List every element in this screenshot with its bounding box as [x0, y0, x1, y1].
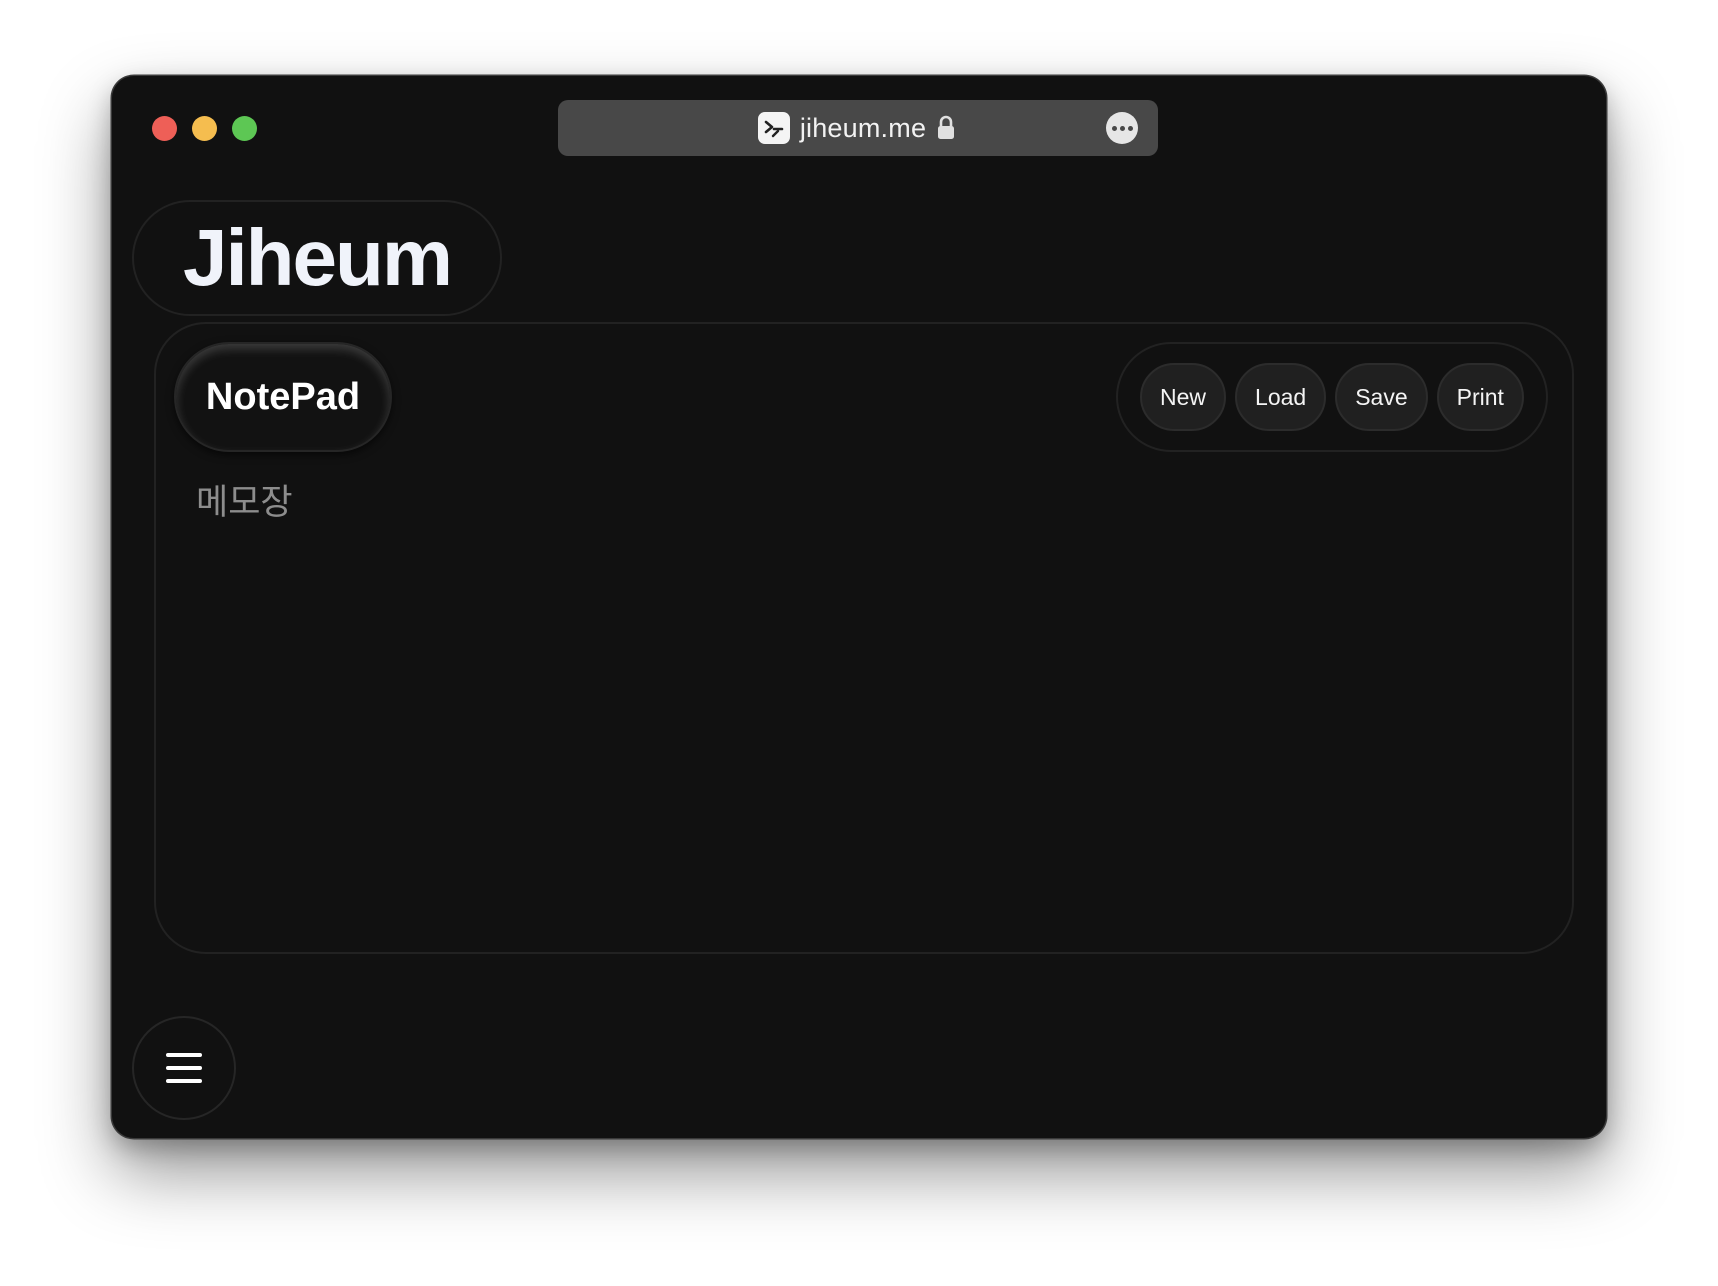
close-window-button[interactable] [152, 116, 177, 141]
browser-window: jiheum.me Jiheum NotePad New Load Save P… [112, 76, 1606, 1138]
site-title: Jiheum [182, 213, 453, 302]
hamburger-menu-icon [166, 1053, 202, 1083]
menu-button[interactable] [132, 1016, 236, 1120]
load-button[interactable]: Load [1235, 363, 1327, 431]
lock-icon [936, 114, 958, 142]
site-logo[interactable]: Jiheum [132, 200, 502, 316]
url-text: jiheum.me [799, 112, 927, 143]
minimize-window-button[interactable] [192, 116, 217, 141]
maximize-window-button[interactable] [232, 116, 257, 141]
save-button[interactable]: Save [1335, 363, 1428, 431]
notepad-title: NotePad [205, 375, 361, 418]
new-button[interactable]: New [1140, 363, 1227, 431]
notepad-card: NotePad New Load Save Print 메모장 [154, 322, 1574, 954]
terminal-icon [757, 112, 790, 144]
notepad-title-pill: NotePad [174, 342, 392, 452]
address-bar[interactable]: jiheum.me [558, 100, 1158, 156]
ellipsis-icon[interactable] [1106, 112, 1138, 144]
notepad-textarea-placeholder[interactable]: 메모장 [196, 474, 293, 525]
notepad-toolbar: New Load Save Print [1116, 342, 1548, 452]
print-button[interactable]: Print [1436, 363, 1524, 431]
